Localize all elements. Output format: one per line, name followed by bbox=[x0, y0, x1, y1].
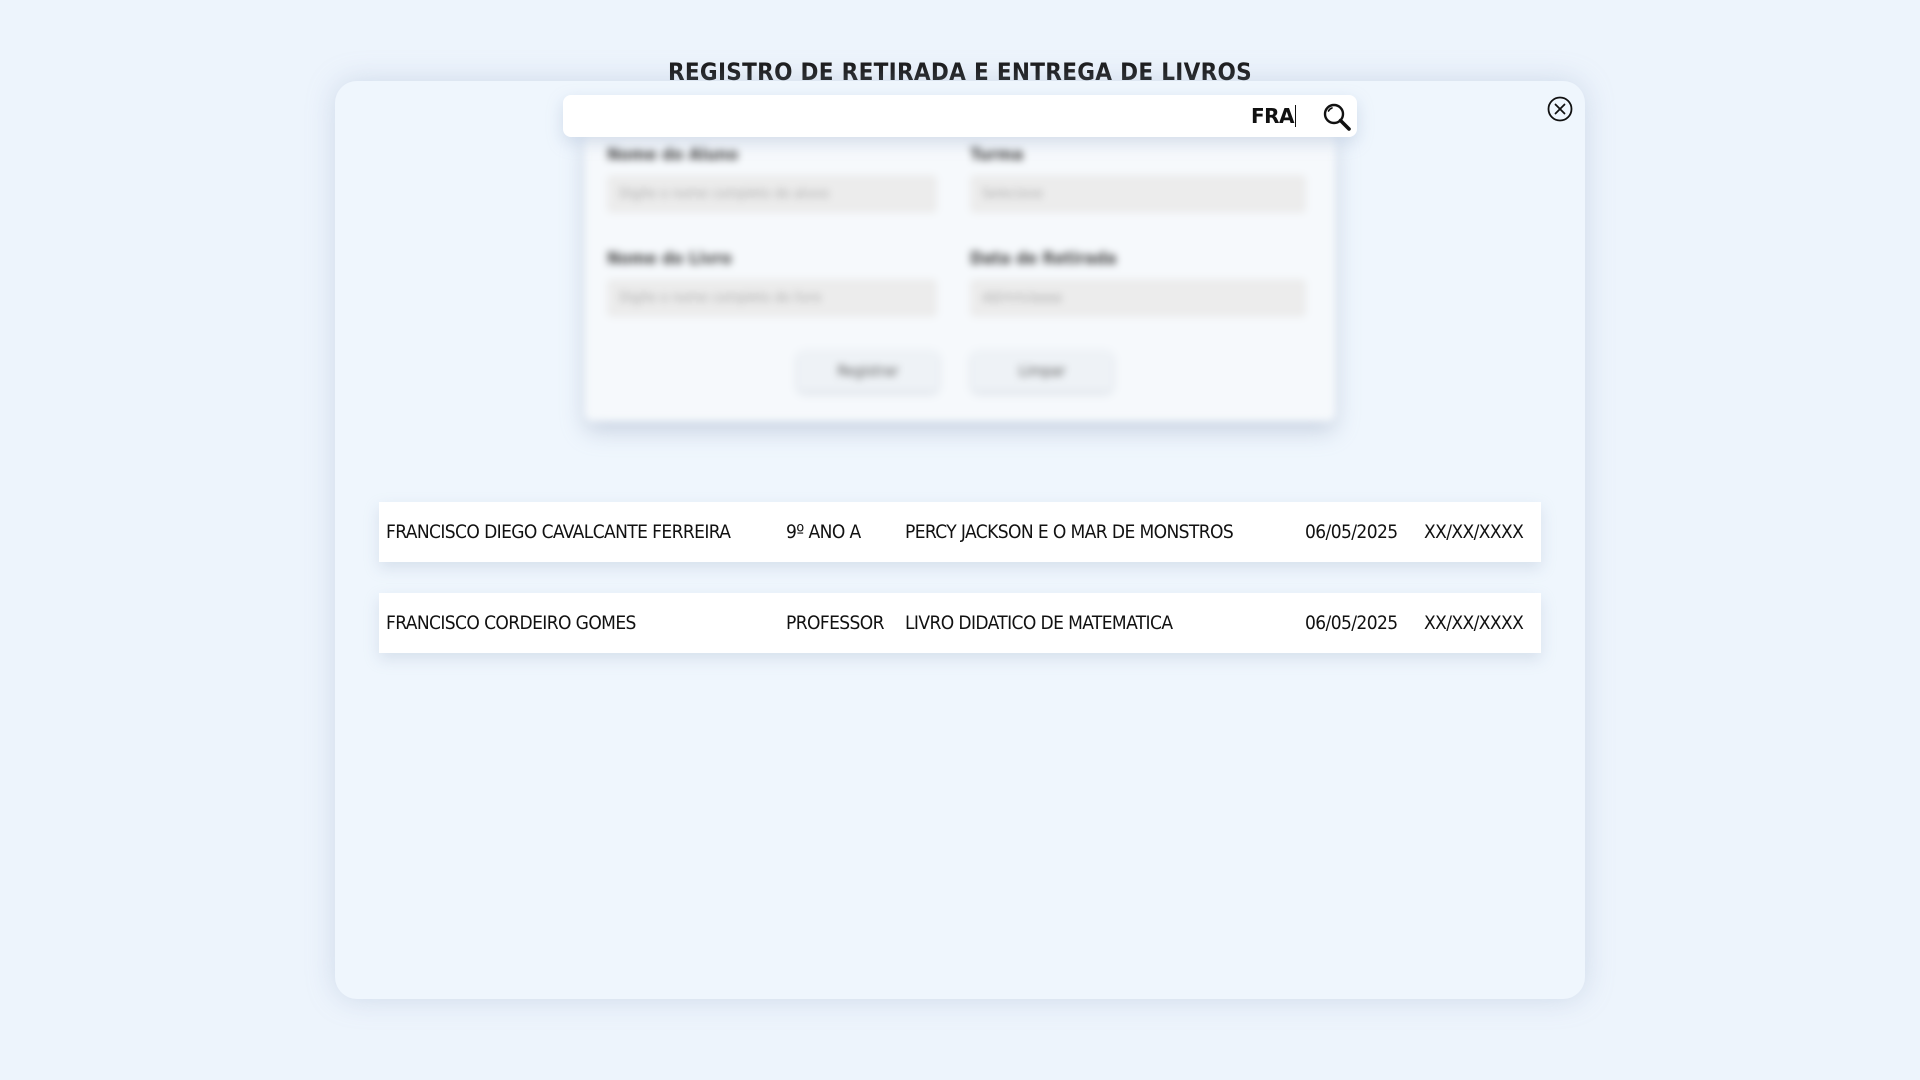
result-checkout-date: 06/05/2025 bbox=[1305, 521, 1398, 543]
result-book: PERCY JACKSON E O MAR DE MONSTROS bbox=[905, 521, 1234, 543]
text-caret bbox=[1294, 105, 1296, 127]
result-row[interactable]: FRANCISCO DIEGO CAVALCANTE FERREIRA 9º A… bbox=[379, 502, 1541, 562]
book-input: Digite o nome completo do livro bbox=[607, 279, 937, 317]
result-return-date: XX/XX/XXXX bbox=[1424, 521, 1524, 543]
student-label: Nome do Aluno bbox=[607, 145, 739, 165]
search-icon[interactable] bbox=[1321, 101, 1353, 133]
result-student-name: FRANCISCO CORDEIRO GOMES bbox=[386, 612, 636, 634]
class-label: Turma bbox=[970, 145, 1024, 165]
clear-button: Limpar bbox=[972, 351, 1112, 391]
book-label: Nome do Livro bbox=[607, 249, 732, 269]
close-icon[interactable] bbox=[1546, 95, 1574, 123]
search-modal: Nome do Aluno Digite o nome completo do … bbox=[335, 81, 1585, 999]
register-button: Registrar bbox=[798, 351, 938, 391]
date-input: dd/mm/aaaa bbox=[970, 279, 1306, 317]
result-return-date: XX/XX/XXXX bbox=[1424, 612, 1524, 634]
class-select: Selecione bbox=[970, 175, 1306, 213]
result-class: PROFESSOR bbox=[786, 612, 885, 634]
background-form: Nome do Aluno Digite o nome completo do … bbox=[585, 131, 1335, 421]
search-input[interactable]: FRA bbox=[1251, 101, 1295, 131]
student-input: Digite o nome completo do aluno bbox=[607, 175, 937, 213]
result-student-name: FRANCISCO DIEGO CAVALCANTE FERREIRA bbox=[386, 521, 731, 543]
result-book: LIVRO DIDATICO DE MATEMATICA bbox=[905, 612, 1173, 634]
result-row[interactable]: FRANCISCO CORDEIRO GOMES PROFESSOR LIVRO… bbox=[379, 593, 1541, 653]
search-bar[interactable]: FRA bbox=[563, 95, 1357, 137]
date-label: Data de Retirada bbox=[970, 249, 1117, 269]
result-class: 9º ANO A bbox=[786, 521, 861, 543]
result-checkout-date: 06/05/2025 bbox=[1305, 612, 1398, 634]
